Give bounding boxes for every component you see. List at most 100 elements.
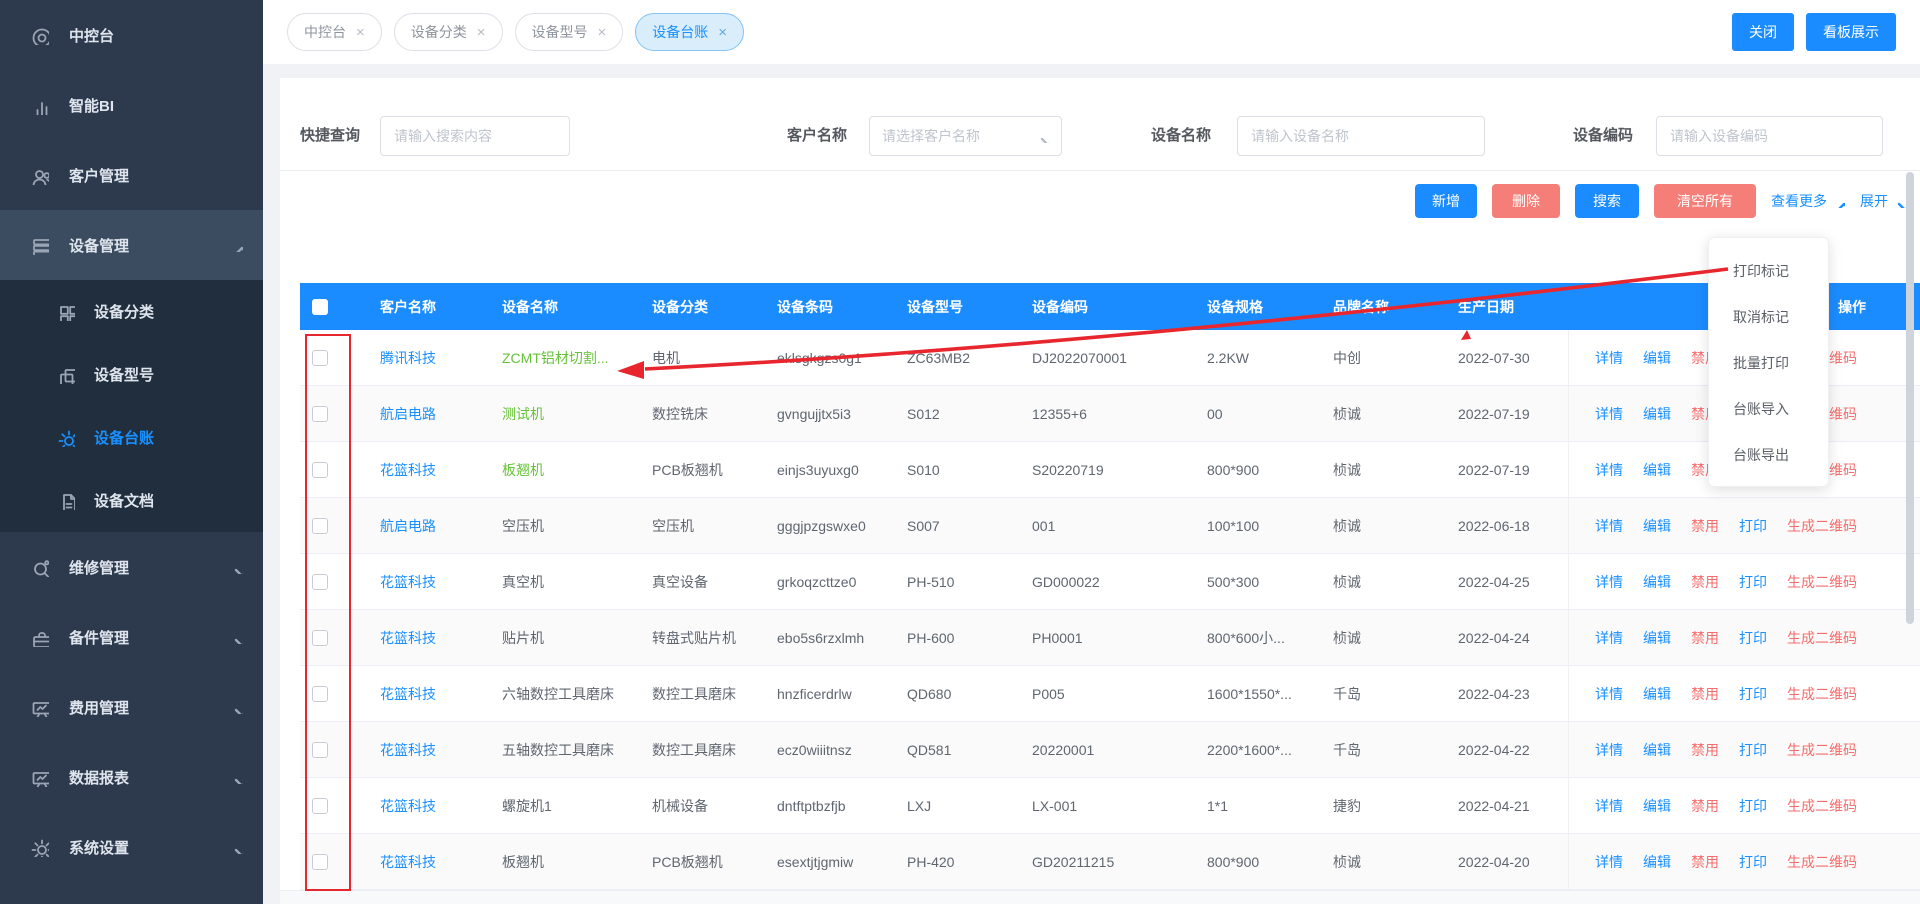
close-icon[interactable] [356,24,365,41]
detail-link[interactable]: 详情 [1595,852,1623,872]
row-checkbox[interactable] [312,742,328,758]
edit-link[interactable]: 编辑 [1643,516,1671,536]
row-checkbox[interactable] [312,462,328,478]
close-icon[interactable] [477,24,486,41]
sidebar-item-device-category[interactable]: 设备分类 [0,280,263,343]
customer-link[interactable]: 花篮科技 [380,742,436,758]
sidebar-item-expense[interactable]: 费用管理 [0,672,263,742]
tab-device-model[interactable]: 设备型号 [515,13,624,51]
close-icon[interactable] [598,24,607,41]
print-link[interactable]: 打印 [1739,628,1767,648]
disable-link[interactable]: 禁用 [1691,516,1719,536]
row-checkbox[interactable] [312,574,328,590]
generate-qrcode-link[interactable]: 生成二维码 [1787,684,1857,704]
edit-link[interactable]: 编辑 [1643,348,1671,368]
tab-console[interactable]: 中控台 [287,13,382,51]
row-checkbox[interactable] [312,686,328,702]
customer-name-select[interactable]: 请选择客户名称 [869,116,1062,156]
tab-device-ledger[interactable]: 设备台账 [635,13,744,51]
edit-link[interactable]: 编辑 [1643,460,1671,480]
close-icon[interactable] [718,24,727,41]
sidebar-item-device-management[interactable]: 设备管理 [0,210,263,280]
vertical-scrollbar-thumb[interactable] [1906,172,1914,624]
detail-link[interactable]: 详情 [1595,460,1623,480]
edit-link[interactable]: 编辑 [1643,852,1671,872]
print-link[interactable]: 打印 [1739,516,1767,536]
disable-link[interactable]: 禁用 [1691,796,1719,816]
dropdown-menu-item[interactable]: 台账导出 [1709,432,1828,478]
sidebar-item-bi[interactable]: 智能BI [0,70,263,140]
sidebar-item-device-ledger[interactable]: 设备台账 [0,406,263,469]
sidebar-item-console[interactable]: 中控台 [0,0,263,70]
edit-link[interactable]: 编辑 [1643,404,1671,424]
generate-qrcode-link[interactable]: 生成二维码 [1787,628,1857,648]
generate-qrcode-link[interactable]: 生成二维码 [1787,516,1857,536]
disable-link[interactable]: 禁用 [1691,684,1719,704]
add-button[interactable]: 新增 [1415,184,1477,218]
customer-link[interactable]: 花篮科技 [380,574,436,590]
edit-link[interactable]: 编辑 [1643,572,1671,592]
disable-link[interactable]: 禁用 [1691,572,1719,592]
detail-link[interactable]: 详情 [1595,684,1623,704]
detail-link[interactable]: 详情 [1595,572,1623,592]
row-checkbox[interactable] [312,798,328,814]
row-checkbox[interactable] [312,854,328,870]
edit-link[interactable]: 编辑 [1643,628,1671,648]
customer-link[interactable]: 航启电路 [380,518,436,534]
sidebar-item-report[interactable]: 数据报表 [0,742,263,812]
sidebar-item-device-doc[interactable]: 设备文档 [0,469,263,532]
detail-link[interactable]: 详情 [1595,628,1623,648]
device-name-input[interactable] [1237,116,1485,156]
quick-search-input[interactable] [380,116,570,156]
board-display-button[interactable]: 看板展示 [1806,13,1896,51]
dropdown-menu-item[interactable]: 取消标记 [1709,294,1828,340]
row-checkbox[interactable] [312,518,328,534]
generate-qrcode-link[interactable]: 生成二维码 [1787,852,1857,872]
detail-link[interactable]: 详情 [1595,348,1623,368]
customer-link[interactable]: 腾讯科技 [380,350,436,366]
customer-link[interactable]: 花篮科技 [380,462,436,478]
customer-link[interactable]: 花篮科技 [380,798,436,814]
customer-link[interactable]: 花篮科技 [380,686,436,702]
print-link[interactable]: 打印 [1739,740,1767,760]
generate-qrcode-link[interactable]: 生成二维码 [1787,740,1857,760]
view-more-link[interactable]: 查看更多 [1771,191,1845,211]
expand-link[interactable]: 展开 [1860,191,1906,211]
sidebar-item-device-model[interactable]: 设备型号 [0,343,263,406]
edit-link[interactable]: 编辑 [1643,796,1671,816]
print-link[interactable]: 打印 [1739,796,1767,816]
row-checkbox[interactable] [312,630,328,646]
detail-link[interactable]: 详情 [1595,516,1623,536]
disable-link[interactable]: 禁用 [1691,740,1719,760]
generate-qrcode-link[interactable]: 生成二维码 [1787,796,1857,816]
row-checkbox[interactable] [312,350,328,366]
sidebar-item-repair[interactable]: 维修管理 [0,532,263,602]
close-button[interactable]: 关闭 [1732,13,1794,51]
disable-link[interactable]: 禁用 [1691,628,1719,648]
delete-button[interactable]: 删除 [1492,184,1560,218]
customer-link[interactable]: 航启电路 [380,406,436,422]
sidebar-item-settings[interactable]: 系统设置 [0,812,263,882]
dropdown-menu-item[interactable]: 批量打印 [1709,340,1828,386]
detail-link[interactable]: 详情 [1595,740,1623,760]
device-code-input[interactable] [1656,116,1883,156]
edit-link[interactable]: 编辑 [1643,684,1671,704]
search-button[interactable]: 搜索 [1575,184,1639,218]
dropdown-menu-item[interactable]: 打印标记 [1709,248,1828,294]
print-link[interactable]: 打印 [1739,684,1767,704]
sidebar-item-customers[interactable]: 客户管理 [0,140,263,210]
print-link[interactable]: 打印 [1739,852,1767,872]
generate-qrcode-link[interactable]: 生成二维码 [1787,572,1857,592]
print-link[interactable]: 打印 [1739,572,1767,592]
select-all-checkbox[interactable] [312,299,328,315]
customer-link[interactable]: 花篮科技 [380,630,436,646]
edit-link[interactable]: 编辑 [1643,740,1671,760]
sidebar-item-spare-parts[interactable]: 备件管理 [0,602,263,672]
detail-link[interactable]: 详情 [1595,796,1623,816]
tab-device-category[interactable]: 设备分类 [394,13,503,51]
dropdown-menu-item[interactable]: 台账导入 [1709,386,1828,432]
row-checkbox[interactable] [312,406,328,422]
detail-link[interactable]: 详情 [1595,404,1623,424]
clear-all-button[interactable]: 清空所有 [1654,184,1756,218]
disable-link[interactable]: 禁用 [1691,852,1719,872]
